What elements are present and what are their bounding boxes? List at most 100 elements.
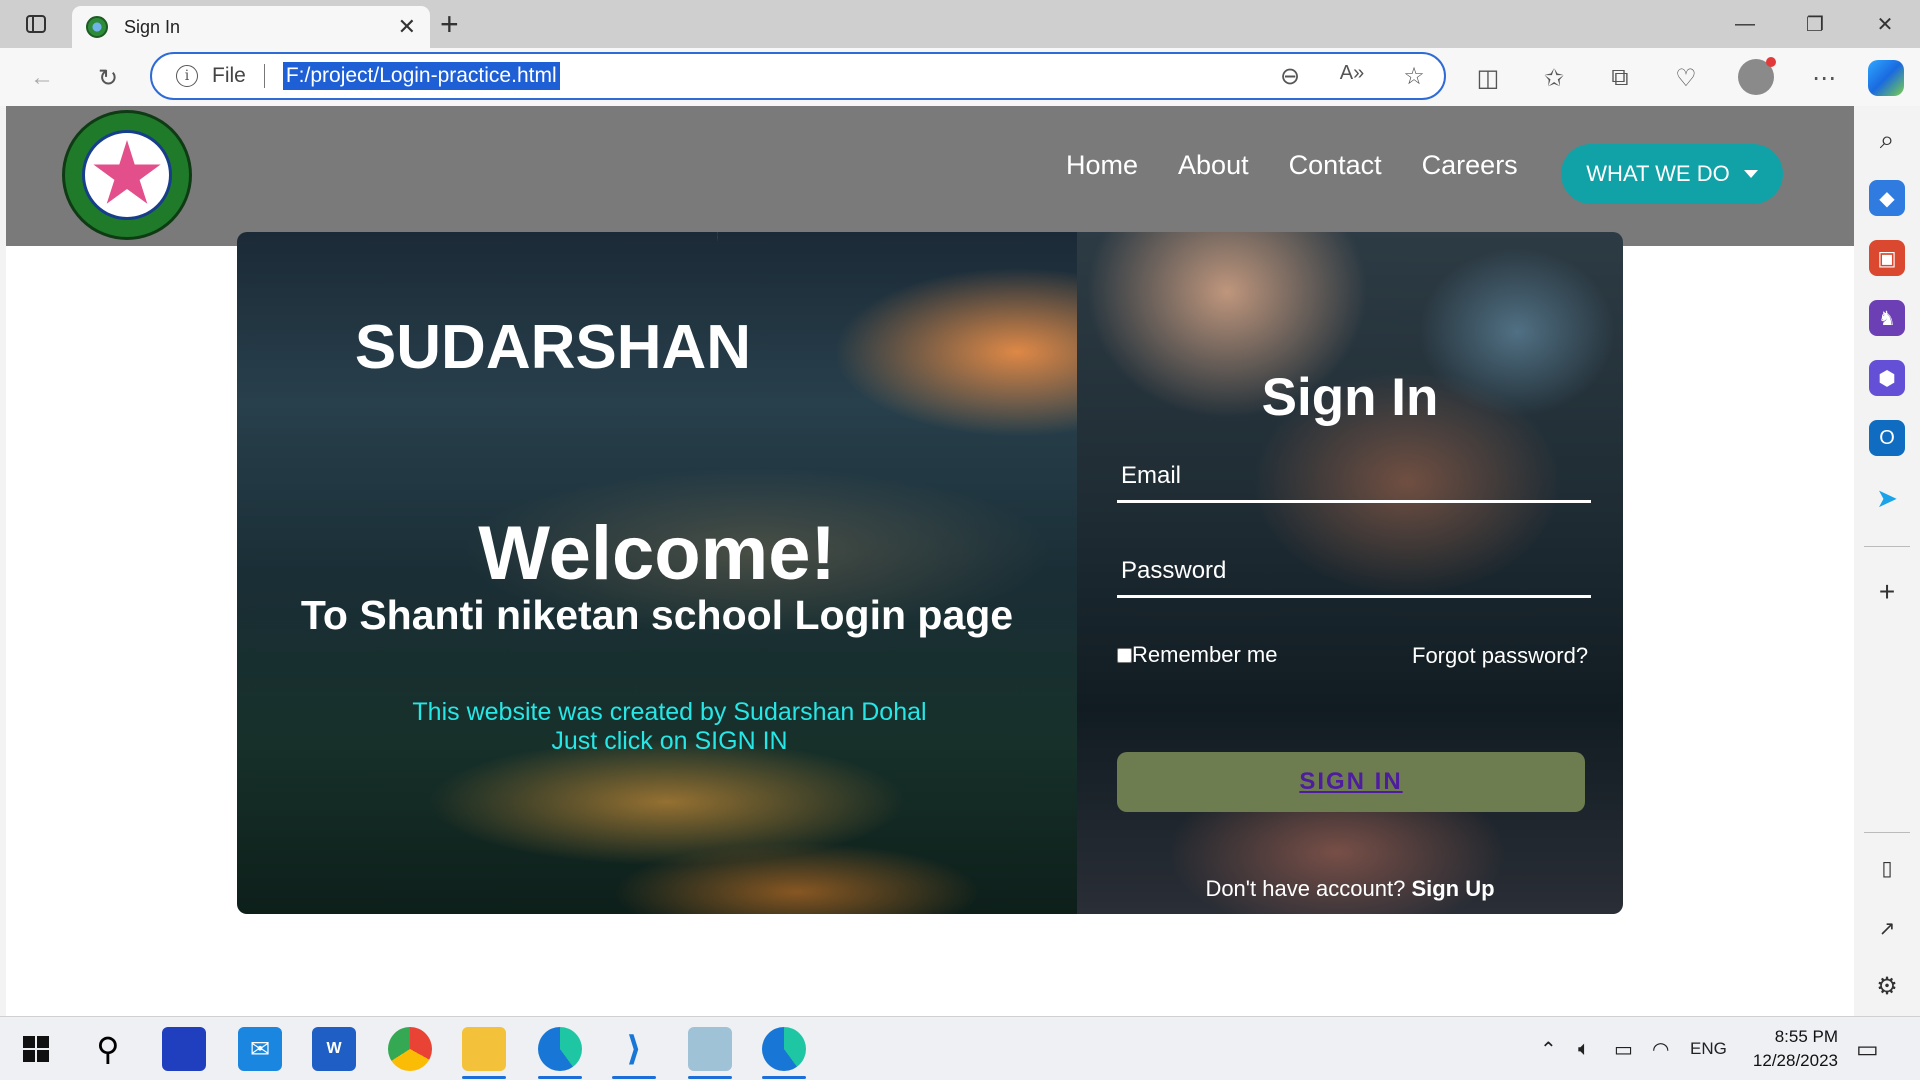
start-button[interactable] <box>14 1027 58 1071</box>
caret-down-icon <box>1743 170 1758 178</box>
nav-home-link[interactable]: Home <box>1066 150 1138 181</box>
remember-me-checkbox[interactable] <box>1117 647 1132 663</box>
refresh-icon[interactable]: ↻ <box>90 60 126 96</box>
word-icon[interactable]: W <box>312 1027 356 1071</box>
file-explorer-icon[interactable] <box>462 1027 506 1079</box>
edge-active-icon[interactable] <box>762 1027 806 1079</box>
close-tab-icon[interactable]: ✕ <box>398 14 416 40</box>
signin-title: Sign In <box>1261 368 1439 427</box>
logo-ring <box>82 130 172 220</box>
window-controls: — ❐ ✕ <box>1710 0 1920 48</box>
address-inner-icons: ⊖ A» ☆ <box>1274 62 1430 91</box>
address-scheme: File <box>212 64 246 87</box>
address-url[interactable]: F:/project/Login-practice.html <box>282 62 560 90</box>
browser-toolbar: ← ↻ i File F:/project/Login-practice.htm… <box>0 48 1920 106</box>
hero-credit-line1: This website was created by Sudarshan Do… <box>412 698 927 726</box>
info-icon[interactable]: i <box>176 65 198 87</box>
zoom-out-icon[interactable]: ⊖ <box>1274 62 1306 91</box>
forgot-password-link[interactable]: Forgot password? <box>1412 643 1588 669</box>
favorites-icon[interactable]: ✩ <box>1536 60 1572 96</box>
battery-icon[interactable]: ▭ <box>1614 1017 1633 1080</box>
outlook-icon[interactable]: O <box>1869 420 1905 456</box>
sidebar-divider <box>1864 546 1910 547</box>
remember-me-label: Remember me <box>1132 642 1278 667</box>
notifications-icon[interactable]: ▭ <box>1856 1017 1879 1080</box>
school-logo[interactable] <box>62 110 192 240</box>
sidebar-toggle-icon[interactable]: ▯ <box>1869 850 1905 886</box>
tab-strip: Sign In ✕ + — ❐ ✕ <box>0 0 1920 48</box>
active-indicator <box>762 1076 806 1079</box>
favorite-star-icon[interactable]: ☆ <box>1398 62 1430 91</box>
external-link-icon[interactable]: ↗ <box>1869 910 1905 946</box>
wifi-icon[interactable]: ◠ <box>1652 1017 1669 1080</box>
chrome-icon[interactable] <box>388 1027 432 1071</box>
signin-panel: Sign In Email Password Remember me Forgo… <box>1077 232 1623 914</box>
browser-essentials-icon[interactable]: ♡ <box>1668 60 1704 96</box>
store-icon[interactable] <box>162 1027 206 1071</box>
minimize-button[interactable]: — <box>1710 0 1780 48</box>
what-we-do-label: WHAT WE DO <box>1586 161 1730 186</box>
volume-icon[interactable]: 🔈︎ <box>1578 1017 1590 1080</box>
split-screen-icon[interactable]: ◫ <box>1470 60 1506 96</box>
running-indicator <box>538 1076 582 1079</box>
close-window-button[interactable]: ✕ <box>1850 0 1920 48</box>
hero-credit-line2: Just click on SIGN IN <box>551 727 788 755</box>
read-aloud-icon[interactable]: A» <box>1336 62 1368 91</box>
running-indicator <box>688 1076 732 1079</box>
taskbar-search-icon[interactable]: ⚲ <box>86 1027 130 1071</box>
running-indicator <box>462 1076 506 1079</box>
signup-line: Don't have account? Sign Up <box>1077 876 1623 902</box>
clock-date: 12/28/2023 <box>1752 1051 1838 1070</box>
copilot-icon[interactable] <box>1868 60 1904 96</box>
notepad-icon[interactable] <box>688 1027 732 1079</box>
remember-me[interactable]: Remember me <box>1117 642 1277 668</box>
windows-logo-icon <box>23 1036 49 1062</box>
add-icon[interactable]: + <box>1869 574 1905 610</box>
tab-actions-button[interactable] <box>16 10 56 38</box>
tab-actions-icon <box>26 15 46 33</box>
profile-icon[interactable] <box>1738 57 1776 95</box>
edge-icon[interactable] <box>538 1027 582 1079</box>
edge-sidebar: ⌕ ◆ ▣ ♞ ⬢ O ➤ + ▯ ↗ ⚙ <box>1854 106 1920 1016</box>
signup-link[interactable]: Sign Up <box>1411 876 1494 901</box>
taskbar-clock[interactable]: 8:55 PM 12/28/2023 <box>1734 1025 1838 1073</box>
page-viewport: Home About Contact Careers WHAT WE DO SU… <box>6 106 1854 1016</box>
send-icon[interactable]: ➤ <box>1869 480 1905 516</box>
running-indicator <box>612 1076 656 1079</box>
clock-time: 8:55 PM <box>1774 1027 1838 1046</box>
hero-welcome: Welcome! <box>478 511 836 596</box>
new-tab-button[interactable]: + <box>440 8 459 40</box>
nav-about-link[interactable]: About <box>1178 150 1249 181</box>
games-icon[interactable]: ♞ <box>1869 300 1905 336</box>
logo-star-icon <box>93 140 161 204</box>
email-field[interactable]: Email <box>1117 462 1591 503</box>
more-icon[interactable]: ⋯ <box>1806 60 1842 96</box>
windows-taskbar: ⚲ ✉ W ⟩ ⌃ 🔈︎ ▭ ◠ ENG 8:55 PM 12/28/2023 … <box>0 1016 1920 1080</box>
hero-panel: SUDARSHAN Welcome! To Shanti niketan sch… <box>237 232 1077 914</box>
active-tab[interactable]: Sign In ✕ <box>72 6 430 48</box>
shopping-icon[interactable]: ◆ <box>1869 180 1905 216</box>
search-icon[interactable]: ⌕ <box>1869 122 1905 158</box>
restore-button[interactable]: ❐ <box>1780 0 1850 48</box>
signup-prompt: Don't have account? <box>1205 876 1406 901</box>
office-icon[interactable]: ⬢ <box>1869 360 1905 396</box>
language-indicator[interactable]: ENG <box>1690 1017 1727 1080</box>
nav-links: Home About Contact Careers <box>1066 150 1518 181</box>
sidebar-divider-bottom <box>1864 832 1910 833</box>
collections-icon[interactable]: ⧉ <box>1602 60 1638 96</box>
vscode-icon[interactable]: ⟩ <box>612 1027 656 1079</box>
tools-icon[interactable]: ▣ <box>1869 240 1905 276</box>
back-icon[interactable]: ← <box>24 60 60 96</box>
login-card: SUDARSHAN Welcome! To Shanti niketan sch… <box>237 232 1623 914</box>
site-favicon-icon <box>86 16 108 38</box>
mail-icon[interactable]: ✉ <box>238 1027 282 1071</box>
nav-careers-link[interactable]: Careers <box>1422 150 1518 181</box>
settings-icon[interactable]: ⚙ <box>1869 968 1905 1004</box>
tab-title: Sign In <box>124 16 181 37</box>
nav-contact-link[interactable]: Contact <box>1289 150 1382 181</box>
address-bar[interactable]: i File F:/project/Login-practice.html ⊖ … <box>150 52 1446 100</box>
tray-chevron-icon[interactable]: ⌃ <box>1540 1017 1557 1080</box>
what-we-do-dropdown[interactable]: WHAT WE DO <box>1561 144 1783 204</box>
password-field[interactable]: Password <box>1117 557 1591 598</box>
signin-button[interactable]: SIGN IN <box>1117 752 1585 812</box>
